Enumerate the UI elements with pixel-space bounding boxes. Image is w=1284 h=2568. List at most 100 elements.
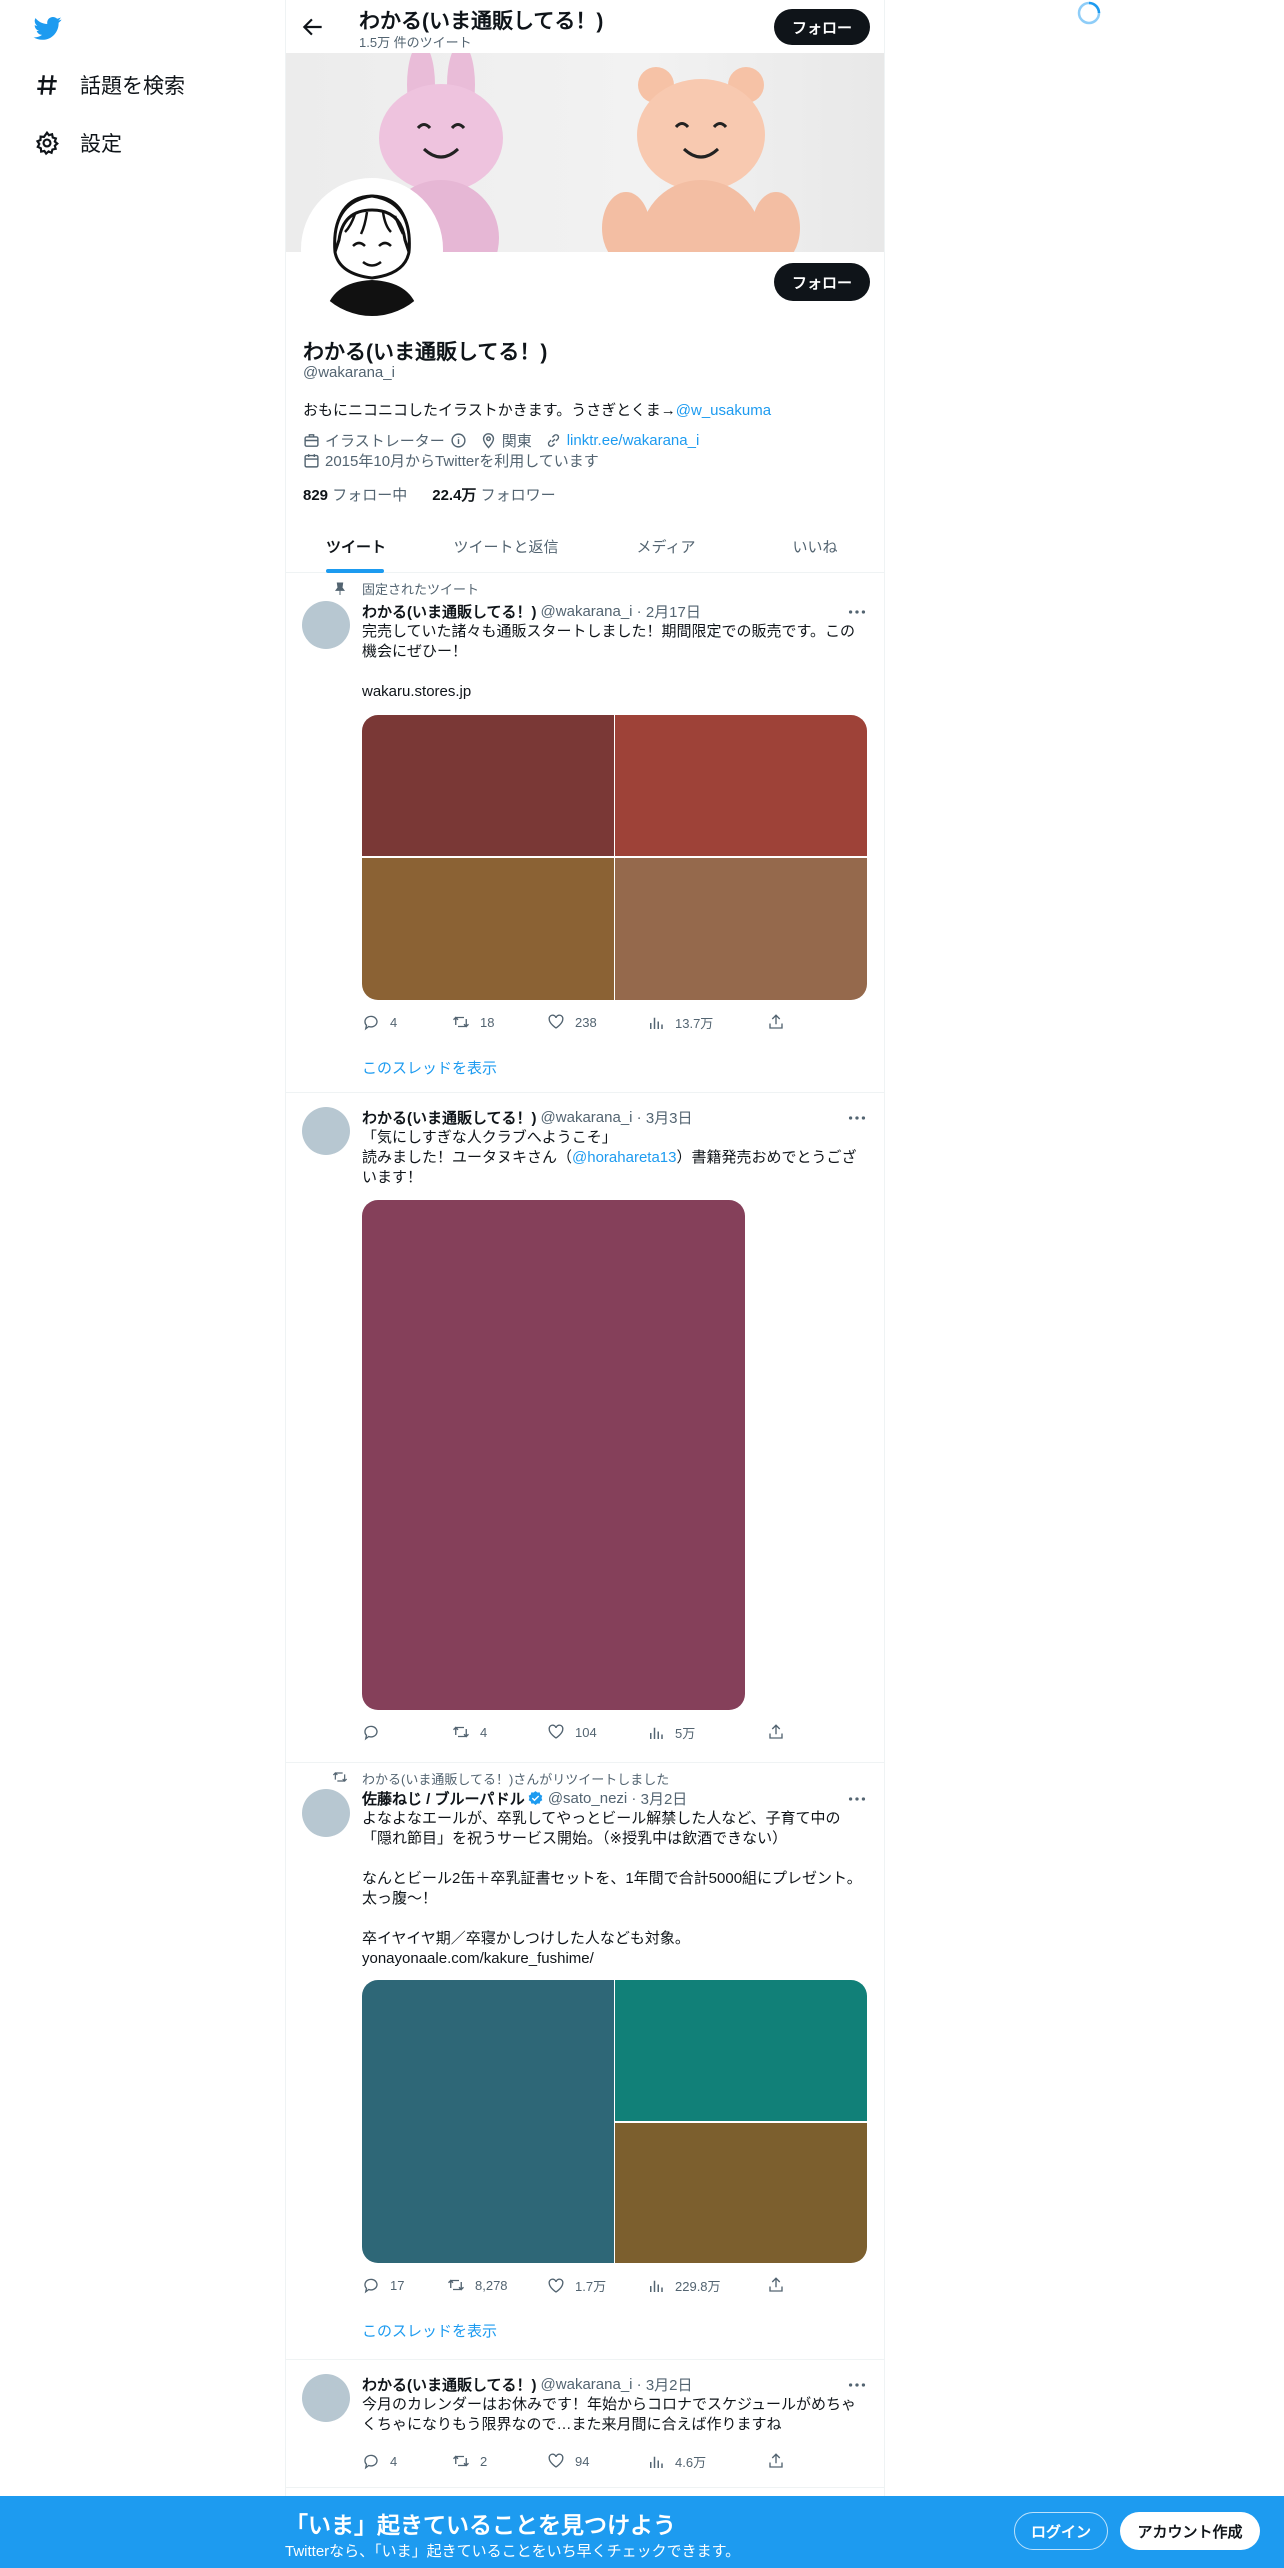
calendar-icon <box>304 454 319 468</box>
back-arrow-icon[interactable] <box>300 14 326 40</box>
media-grid[interactable] <box>362 1980 867 2263</box>
signup-banner: 「いま」起きていることを見つけよう Twitterなら、「いま」起きていることを… <box>0 2496 1284 2568</box>
media-image[interactable] <box>615 1980 867 2121</box>
views-button[interactable]: 4.6万 <box>647 2452 706 2471</box>
reply-icon <box>364 2278 378 2294</box>
more-icon[interactable] <box>846 2374 868 2396</box>
author-name[interactable]: わかる(いま通販してる！) <box>362 601 537 622</box>
profile-avatar[interactable] <box>301 178 443 320</box>
followers-count: 22.4万 <box>432 487 477 504</box>
tweet-link[interactable]: wakaru.stores.jp <box>362 682 870 702</box>
tweet-date[interactable]: 3月2日 <box>641 1788 688 1809</box>
login-button[interactable]: ログイン <box>1014 2512 1108 2550</box>
analytics-icon <box>650 1727 663 1739</box>
media-image[interactable] <box>362 1980 614 2263</box>
gear-icon <box>35 130 59 156</box>
followers-link[interactable]: 22.4万 フォロワー <box>432 487 555 504</box>
profile-joined-text: 2015年10月からTwitterを利用しています <box>325 453 599 470</box>
media-image[interactable] <box>362 715 614 856</box>
author-handle[interactable]: @sato_nezi <box>548 1790 627 1807</box>
tweet-header: 佐藤ねじ / ブルーパドル @sato_nezi · 3月2日 <box>362 1788 687 1809</box>
show-thread-link[interactable]: このスレッドを表示 <box>362 2320 497 2341</box>
tweet[interactable]: わかる(いま通販してる！) @wakarana_i · 3月3日 「気にしすぎな… <box>286 1093 884 1763</box>
media-image[interactable] <box>615 858 867 1000</box>
tweet-header: わかる(いま通販してる！) @wakarana_i · 2月17日 <box>362 601 701 622</box>
author-handle[interactable]: @wakarana_i <box>541 1109 633 1126</box>
reply-button[interactable]: 4 <box>362 1013 397 1031</box>
like-button[interactable]: 104 <box>547 1723 597 1741</box>
tweet-date[interactable]: 3月2日 <box>646 2374 693 2395</box>
tab-tweets[interactable]: ツイート <box>286 520 426 573</box>
reply-button[interactable] <box>362 1723 390 1741</box>
views-button[interactable]: 229.8万 <box>647 2276 721 2295</box>
nav-explore[interactable]: 話題を検索 <box>34 70 185 100</box>
avatar[interactable] <box>302 1107 350 1155</box>
avatar[interactable] <box>302 2374 350 2422</box>
like-button[interactable]: 1.7万 <box>547 2276 606 2295</box>
heart-icon <box>548 2278 564 2293</box>
following-link[interactable]: 829 フォロー中 <box>303 487 407 504</box>
avatar[interactable] <box>302 1789 350 1837</box>
tab-media[interactable]: メディア <box>586 520 746 573</box>
follow-button-top[interactable]: フォロー <box>774 9 870 45</box>
tweet-header: わかる(いま通販してる！) @wakarana_i · 3月3日 <box>362 1107 693 1128</box>
like-count: 94 <box>575 2453 590 2469</box>
more-icon[interactable] <box>846 1788 868 1810</box>
twitter-logo-icon[interactable] <box>32 14 64 42</box>
follow-button[interactable]: フォロー <box>774 263 870 301</box>
author-handle[interactable]: @wakarana_i <box>541 603 633 620</box>
tweet-text: 「気にしすぎな人クラブへようこそ」 読みました！ユータヌキさん（@horahar… <box>362 1128 870 1188</box>
share-button[interactable] <box>767 2452 785 2470</box>
tab-tweets-replies[interactable]: ツイートと返信 <box>426 520 586 573</box>
views-count: 4.6万 <box>675 2455 707 2470</box>
tweet-date[interactable]: 3月3日 <box>646 1107 693 1128</box>
profile-meta: イラストレーター 関東 linktr.ee/wakarana_i <box>303 430 699 451</box>
retweet-button[interactable]: 2 <box>452 2452 487 2470</box>
media-grid[interactable] <box>362 715 867 1000</box>
media-image[interactable] <box>362 858 614 1000</box>
link-icon <box>547 434 559 447</box>
tweet[interactable]: わかる(いま通販してる！) @wakarana_i · 3月2日 今月のカレンダ… <box>286 2360 884 2488</box>
info-icon[interactable] <box>450 432 467 449</box>
tweet-retweeted[interactable]: わかる(いま通販してる！)さんがリツイートしました 佐藤ねじ / ブルーパドル … <box>286 1763 884 2360</box>
author-name[interactable]: わかる(いま通販してる！) <box>362 1107 537 1128</box>
tweet-date[interactable]: 2月17日 <box>646 601 701 622</box>
tab-likes[interactable]: いいね <box>746 520 884 573</box>
share-button[interactable] <box>767 2276 785 2294</box>
show-thread-link[interactable]: このスレッドを表示 <box>362 1057 497 1078</box>
views-button[interactable]: 5万 <box>647 1723 695 1742</box>
retweet-button[interactable]: 18 <box>452 1013 494 1031</box>
author-handle[interactable]: @wakarana_i <box>541 2376 633 2393</box>
author-name[interactable]: 佐藤ねじ / ブルーパドル <box>362 1788 525 1809</box>
signup-button[interactable]: アカウント作成 <box>1120 2512 1260 2550</box>
like-button[interactable]: 94 <box>547 2452 589 2470</box>
profile-website[interactable]: linktr.ee/wakarana_i <box>567 432 700 449</box>
bio-mention-link[interactable]: @w_usakuma <box>676 402 771 419</box>
tweet-link[interactable]: yonayonaale.com/kakure_fushime/ <box>362 1949 870 1969</box>
media-image[interactable] <box>362 1200 745 1710</box>
reply-count: 17 <box>390 2277 405 2293</box>
profile-header-bar: わかる(いま通販してる！) 1.5万 件のツイート フォロー <box>286 0 884 53</box>
retweet-button[interactable]: 4 <box>452 1723 487 1741</box>
media-image[interactable] <box>615 715 867 856</box>
reply-icon <box>364 1725 378 1741</box>
like-count: 1.7万 <box>575 2279 607 2294</box>
reply-button[interactable]: 17 <box>362 2276 404 2294</box>
tweet-pinned[interactable]: 固定されたツイート わかる(いま通販してる！) @wakarana_i · 2月… <box>286 573 884 1093</box>
more-icon[interactable] <box>846 601 868 623</box>
avatar[interactable] <box>302 601 350 649</box>
mention-link[interactable]: @horahareta13 <box>572 1149 676 1166</box>
share-button[interactable] <box>767 1013 785 1031</box>
reply-button[interactable]: 4 <box>362 2452 397 2470</box>
views-button[interactable]: 13.7万 <box>647 1013 713 1032</box>
media-image[interactable] <box>615 2123 867 2263</box>
author-name[interactable]: わかる(いま通販してる！) <box>362 2374 537 2395</box>
retweet-button[interactable]: 8,278 <box>447 2276 508 2294</box>
retweet-icon <box>448 2279 464 2291</box>
retweeted-by-label[interactable]: わかる(いま通販してる！)さんがリツイートしました <box>362 1769 669 1788</box>
reply-count: 4 <box>390 2453 398 2469</box>
nav-settings[interactable]: 設定 <box>34 128 122 158</box>
more-icon[interactable] <box>846 1107 868 1129</box>
share-button[interactable] <box>767 1723 785 1741</box>
like-button[interactable]: 238 <box>547 1013 597 1031</box>
